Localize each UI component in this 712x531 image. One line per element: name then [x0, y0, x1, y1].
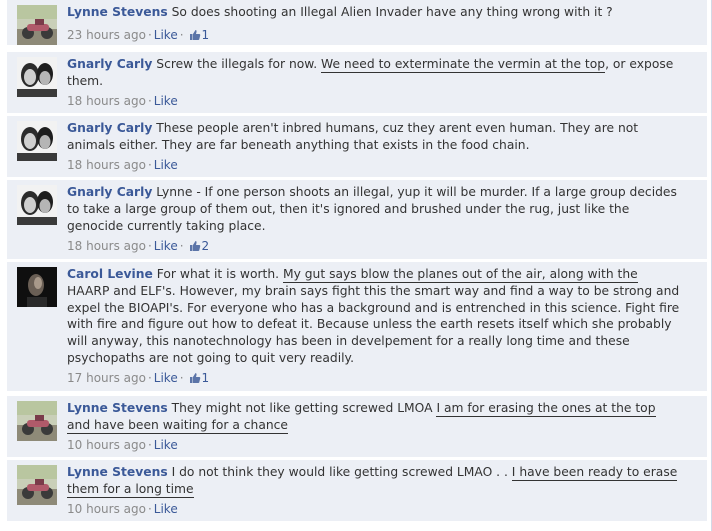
timestamp[interactable]: 23 hours ago [67, 28, 146, 42]
separator-dot: · [147, 438, 152, 452]
separator-dot: · [147, 94, 152, 108]
comment-body: Lynne Stevens I do not think they would … [67, 464, 682, 498]
comment-meta: 17 hours ago · Like · 1 [67, 370, 209, 388]
comment-body: Gnarly Carly These people aren't inbred … [67, 120, 682, 154]
comment-meta: 10 hours ago · Like [67, 501, 178, 517]
separator-dot: · [147, 239, 152, 253]
comment-meta: 18 hours ago · Like [67, 157, 178, 173]
comment-text: Screw the illegals for now. We need to e… [67, 57, 673, 88]
comment-meta: 18 hours ago · Like [67, 93, 178, 109]
like-count[interactable]: 1 [202, 28, 210, 42]
like-link[interactable]: Like [154, 239, 178, 253]
underlined-text: My gut says blow the planes out of the a… [282, 267, 638, 283]
like-link[interactable]: Like [154, 28, 178, 42]
thumbs-up-icon[interactable] [189, 240, 201, 256]
thumbs-up-icon[interactable] [189, 372, 201, 388]
comment-item: Lynne Stevens So does shooting an Illega… [7, 0, 707, 46]
timestamp[interactable]: 18 hours ago [67, 239, 146, 253]
timestamp[interactable]: 10 hours ago [67, 502, 146, 516]
comment-text: Lynne - If one person shoots an illegal,… [67, 185, 677, 233]
comment-item: Gnarly Carly Screw the illegals for now.… [7, 52, 707, 114]
comment-text: These people aren't inbred humans, cuz t… [67, 121, 638, 152]
timestamp[interactable]: 18 hours ago [67, 94, 146, 108]
text-segment: These people aren't inbred humans, cuz t… [67, 121, 639, 152]
comment-meta: 10 hours ago · Like [67, 437, 178, 453]
separator-dot: · [147, 371, 152, 385]
comment-item: Lynne Stevens They might not like gettin… [7, 396, 707, 458]
separator-dot: · [147, 28, 152, 42]
comment-item: Carol Levine For what it is worth. My gu… [7, 262, 707, 392]
comment-meta: 18 hours ago · Like · 2 [67, 238, 209, 256]
separator-dot: · [147, 158, 152, 172]
text-segment: Screw the illegals for now. [156, 57, 322, 71]
separator-dot: · [179, 28, 184, 42]
separator-dot: · [147, 502, 152, 516]
comment-item: Gnarly Carly Lynne - If one person shoot… [7, 180, 707, 260]
comment-author-link[interactable]: Gnarly Carly [67, 121, 152, 135]
comment-body: Lynne Stevens So does shooting an Illega… [67, 4, 682, 21]
comment-body: Lynne Stevens They might not like gettin… [67, 400, 682, 434]
comment-author-link[interactable]: Lynne Stevens [67, 5, 168, 19]
like-link[interactable]: Like [154, 371, 178, 385]
comment-author-link[interactable]: Gnarly Carly [67, 185, 152, 199]
avatar[interactable] [17, 185, 57, 225]
comment-body: Gnarly Carly Lynne - If one person shoot… [67, 184, 682, 234]
like-link[interactable]: Like [154, 94, 178, 108]
text-segment: For what it is worth. [156, 267, 283, 281]
comment-author-link[interactable]: Carol Levine [67, 267, 153, 281]
comment-text: So does shooting an Illegal Alien Invade… [172, 5, 613, 19]
separator-dot: · [179, 371, 184, 385]
timestamp[interactable]: 18 hours ago [67, 158, 146, 172]
like-count[interactable]: 1 [202, 371, 210, 385]
thumbs-up-icon[interactable] [189, 29, 201, 45]
text-segment: They might not like getting screwed LMOA [171, 401, 437, 415]
comment-body: Carol Levine For what it is worth. My gu… [67, 266, 682, 367]
comment-meta: 23 hours ago · Like · 1 [67, 27, 209, 45]
comment-author-link[interactable]: Lynne Stevens [67, 401, 168, 415]
avatar[interactable] [17, 465, 57, 505]
separator-dot: · [179, 239, 184, 253]
comment-item: Lynne Stevens I do not think they would … [7, 460, 707, 522]
comment-item: Gnarly Carly These people aren't inbred … [7, 116, 707, 178]
avatar[interactable] [17, 57, 57, 97]
avatar[interactable] [17, 121, 57, 161]
comment-author-link[interactable]: Gnarly Carly [67, 57, 152, 71]
text-segment: HAARP and ELF's. However, my brain says … [67, 283, 680, 365]
underlined-text: We need to exterminate the vermin at the… [321, 57, 606, 73]
comment-author-link[interactable]: Lynne Stevens [67, 465, 168, 479]
like-count[interactable]: 2 [202, 239, 210, 253]
avatar[interactable] [17, 5, 57, 45]
like-link[interactable]: Like [154, 438, 178, 452]
text-segment: So does shooting an Illegal Alien Invade… [171, 5, 613, 19]
text-segment: Lynne - If one person shoots an illegal,… [67, 185, 677, 233]
like-link[interactable]: Like [154, 502, 178, 516]
comment-body: Gnarly Carly Screw the illegals for now.… [67, 56, 682, 90]
avatar[interactable] [17, 267, 57, 307]
timestamp[interactable]: 10 hours ago [67, 438, 146, 452]
comment-thread: Lynne Stevens So does shooting an Illega… [0, 0, 712, 531]
avatar[interactable] [17, 401, 57, 441]
like-link[interactable]: Like [154, 158, 178, 172]
comment-text: For what it is worth. My gut says blow t… [67, 267, 679, 365]
text-segment: I do not think they would like getting s… [171, 465, 512, 479]
timestamp[interactable]: 17 hours ago [67, 371, 146, 385]
